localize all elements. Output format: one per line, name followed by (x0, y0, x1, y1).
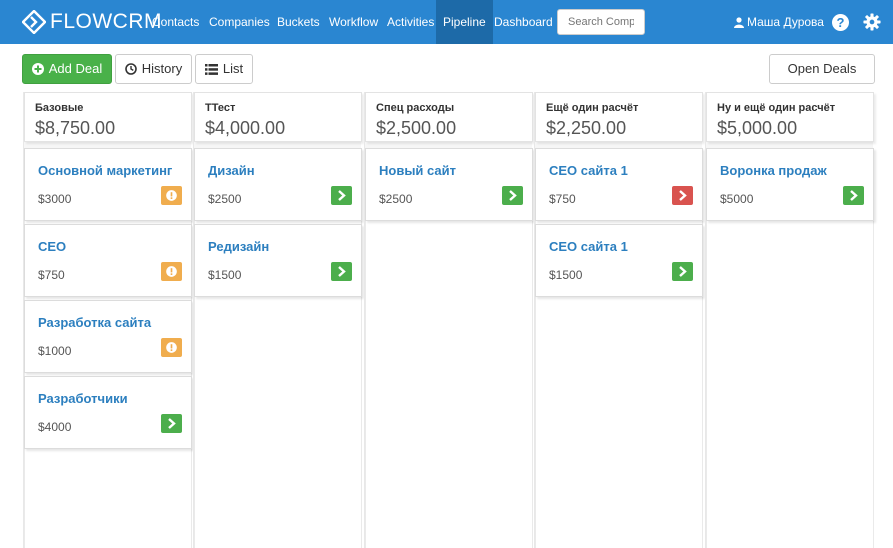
pipeline-column: Базовые $8,750.00 Основной маркетинг $3000 С… (23, 92, 192, 548)
list-icon (204, 63, 218, 75)
deal-title-link[interactable]: СЕО сайта 1 (549, 163, 690, 178)
open-deals-label: Open Deals (787, 61, 857, 76)
nav-pipeline[interactable]: Pipeline (436, 0, 493, 44)
gear-icon[interactable] (863, 13, 881, 31)
top-navbar: FLOWCRM Contacts Companies Buckets Workf… (0, 0, 893, 44)
deal-title-link[interactable]: Разработка сайта (38, 315, 179, 330)
column-total: $4,000.00 (205, 118, 286, 138)
deal-card[interactable]: Новый сайт $2500 (365, 148, 533, 221)
deal-amount: $5000 (720, 192, 754, 206)
deal-card[interactable]: СЕО сайта 1 $750 (535, 148, 703, 221)
user-icon (734, 16, 744, 28)
column-total: $8,750.00 (35, 118, 116, 138)
column-header: Ну и ещё один расчёт $5,000.00 (706, 92, 874, 142)
column-total: $2,250.00 (546, 118, 627, 138)
deal-title-link[interactable]: СЕО (38, 239, 179, 254)
nav-buckets[interactable]: Buckets (277, 0, 320, 44)
column-header: Базовые $8,750.00 (24, 92, 192, 142)
column-header: Спец расходы $2,500.00 (365, 92, 533, 142)
deal-card[interactable]: Разработка сайта $1000 (24, 300, 192, 373)
deal-amount: $2500 (208, 192, 242, 206)
column-header: Ещё один расчёт $2,250.00 (535, 92, 703, 142)
user-menu[interactable]: Маша Дурова (734, 0, 824, 44)
user-name: Маша Дурова (747, 15, 824, 29)
deal-title-link[interactable]: Новый сайт (379, 163, 520, 178)
brand-name: FLOWCRM (50, 10, 162, 33)
nav-workflow[interactable]: Workflow (329, 0, 378, 44)
list-button[interactable]: List (195, 54, 253, 84)
nav-companies[interactable]: Companies (209, 0, 270, 44)
deal-amount: $2500 (379, 192, 413, 206)
deal-amount: $1500 (208, 268, 242, 282)
chevron-right-icon[interactable] (331, 262, 352, 281)
list-label: List (222, 61, 244, 76)
help-icon[interactable]: ? (832, 14, 849, 31)
deal-title-link[interactable]: СЕО сайта 1 (549, 239, 690, 254)
search-input[interactable] (557, 9, 645, 35)
nav-contacts[interactable]: Contacts (152, 0, 199, 44)
open-deals-button[interactable]: Open Deals (769, 54, 875, 84)
pipeline-column: Спец расходы $2,500.00 Новый сайт $2500 (364, 92, 533, 548)
add-deal-button[interactable]: Add Deal (22, 54, 112, 84)
chevron-right-icon[interactable] (843, 186, 864, 205)
history-button[interactable]: History (115, 54, 192, 84)
column-title: Базовые (35, 102, 84, 114)
nav-dashboard[interactable]: Dashboard (494, 0, 553, 44)
deal-amount: $750 (549, 192, 576, 206)
chevron-right-icon[interactable] (502, 186, 523, 205)
column-total: $2,500.00 (376, 118, 457, 138)
deal-amount: $1500 (549, 268, 583, 282)
exclamation-circle-icon[interactable] (161, 186, 182, 205)
pipeline-column: Ну и ещё один расчёт $5,000.00 Воронка про… (705, 92, 874, 548)
deal-title-link[interactable]: Основной маркетинг (38, 163, 179, 178)
column-title: Спец расходы (376, 102, 455, 114)
exclamation-circle-icon[interactable] (161, 338, 182, 357)
nav-activities[interactable]: Activities (387, 0, 434, 44)
deal-title-link[interactable]: Воронка продаж (720, 163, 861, 178)
column-header: ТТест $4,000.00 (194, 92, 362, 142)
deal-title-link[interactable]: Редизайн (208, 239, 349, 254)
deal-amount: $1000 (38, 344, 72, 358)
pipeline-column: Ещё один расчёт $2,250.00 СЕО сайта 1 $750 С… (534, 92, 703, 548)
chevron-right-icon[interactable] (672, 262, 693, 281)
deal-card[interactable]: Разработчики $4000 (24, 376, 192, 449)
deal-card[interactable]: Редизайн $1500 (194, 224, 362, 297)
clock-icon (124, 63, 137, 75)
column-title: Ну и ещё один расчёт (717, 102, 836, 114)
deal-card[interactable]: СЕО сайта 1 $1500 (535, 224, 703, 297)
history-label: History (141, 61, 183, 76)
add-deal-label: Add Deal (48, 61, 103, 76)
chevron-right-icon[interactable] (161, 414, 182, 433)
plus-circle-icon (31, 63, 44, 75)
column-total: $5,000.00 (717, 118, 798, 138)
column-title: Ещё один расчёт (546, 102, 639, 114)
chevron-right-icon[interactable] (672, 186, 693, 205)
deal-card[interactable]: Воронка продаж $5000 (706, 148, 874, 221)
deal-amount: $750 (38, 268, 65, 282)
deal-card[interactable]: Дизайн $2500 (194, 148, 362, 221)
deal-amount: $3000 (38, 192, 72, 206)
deal-card[interactable]: СЕО $750 (24, 224, 192, 297)
deal-title-link[interactable]: Дизайн (208, 163, 349, 178)
deal-card[interactable]: Основной маркетинг $3000 (24, 148, 192, 221)
exclamation-circle-icon[interactable] (161, 262, 182, 281)
pipeline-column: ТТест $4,000.00 Дизайн $2500 Редизайн $1500 (193, 92, 362, 548)
chevron-right-icon[interactable] (331, 186, 352, 205)
flowcrm-logo-icon (22, 10, 46, 34)
deal-title-link[interactable]: Разработчики (38, 391, 179, 406)
brand-logo[interactable]: FLOWCRM (22, 10, 162, 34)
deal-amount: $4000 (38, 420, 72, 434)
column-title: ТТест (205, 102, 236, 114)
